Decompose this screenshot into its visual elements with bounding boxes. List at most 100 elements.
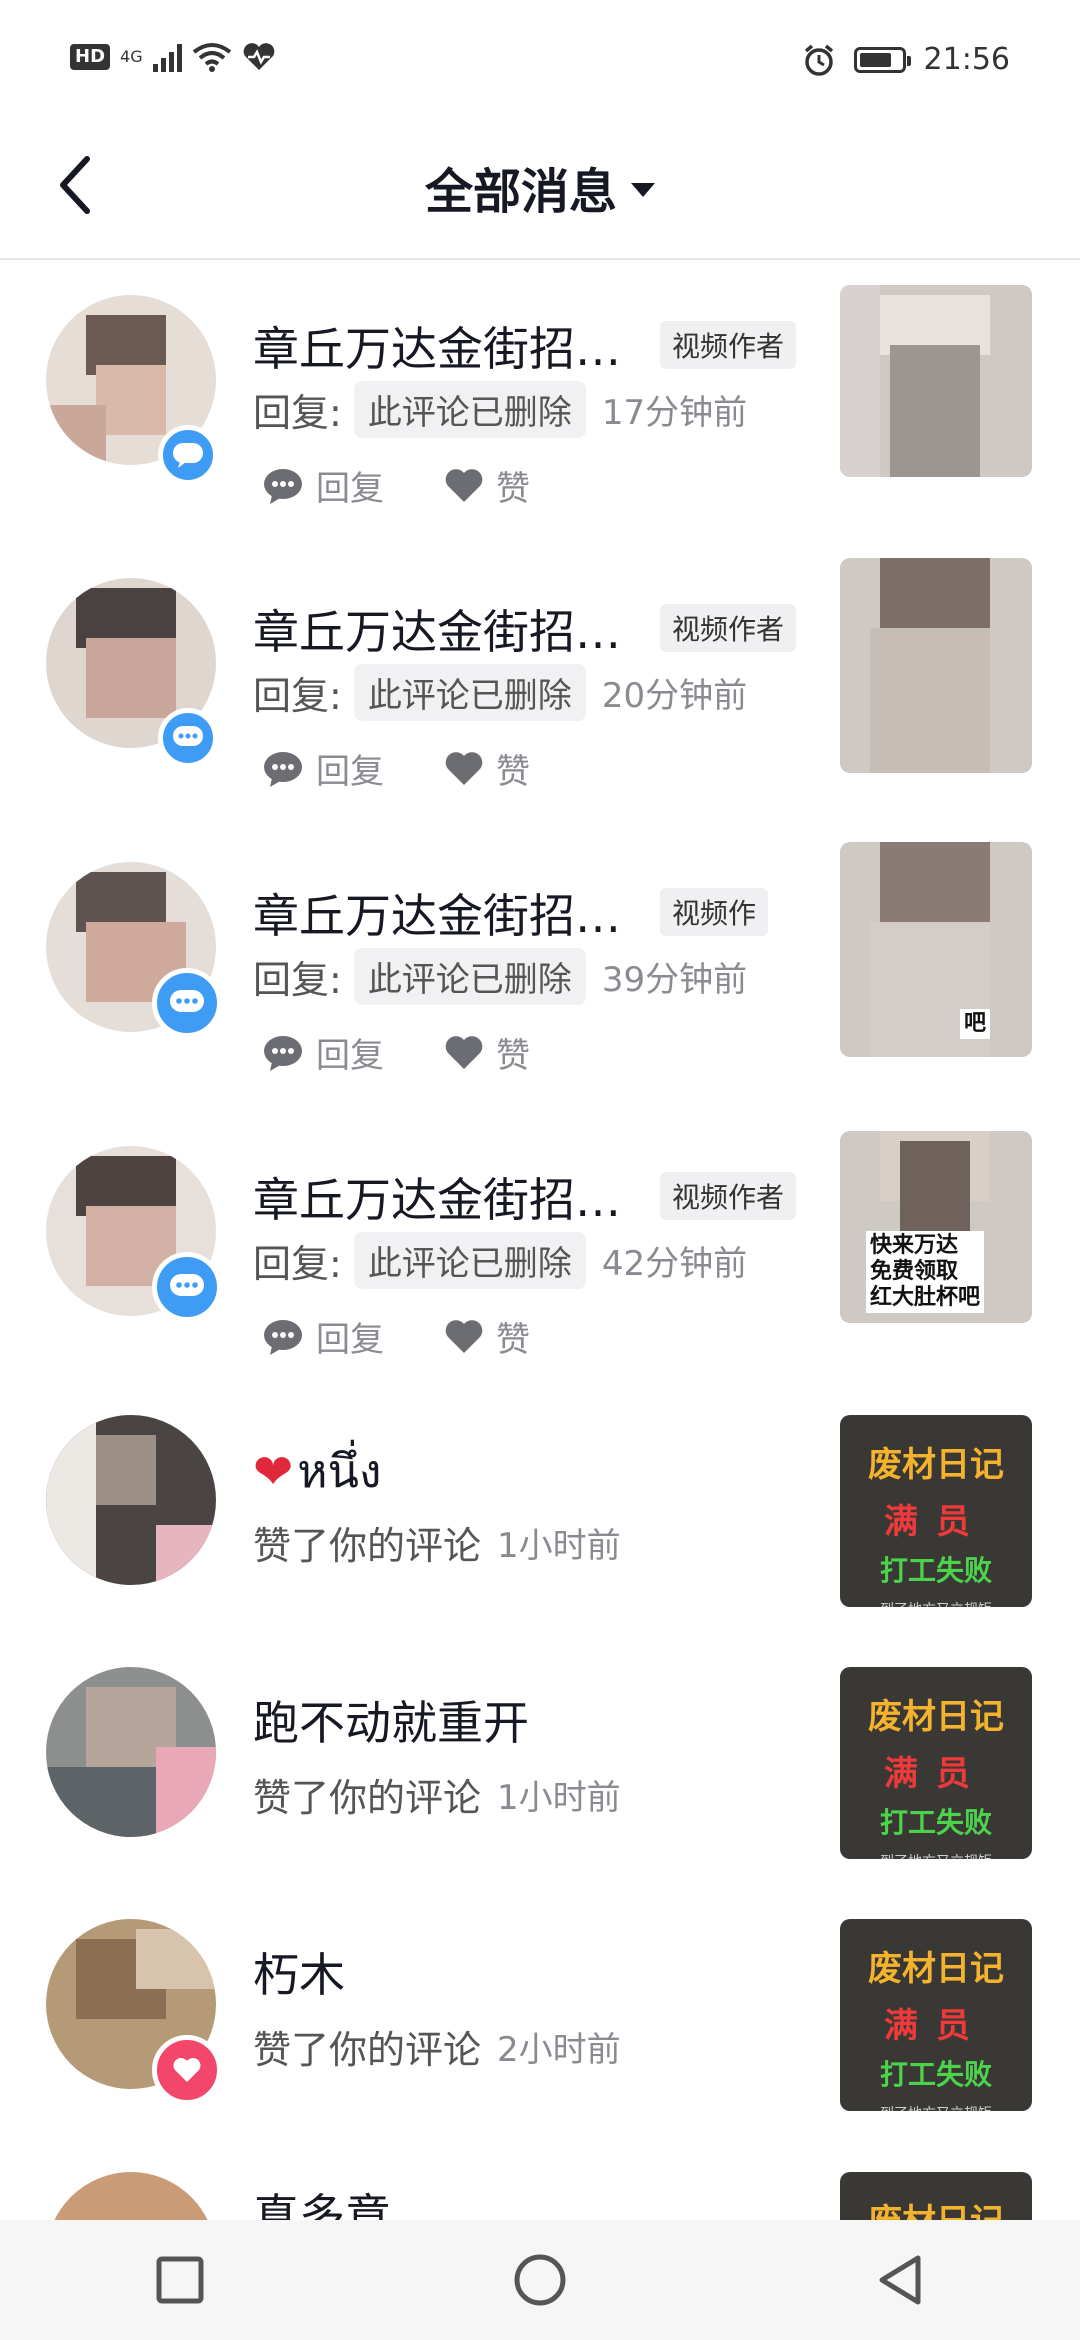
system-back-button[interactable] bbox=[840, 2220, 960, 2340]
sender-name[interactable]: 章丘万达金街招… bbox=[253, 1164, 621, 1230]
reply-label: 回复: bbox=[253, 674, 342, 718]
comment-badge-icon bbox=[158, 708, 218, 768]
video-thumbnail[interactable]: 废材日记 满员 打工失败 到了地方又立规矩 bbox=[840, 1919, 1032, 2111]
like-action-text: 赞了你的评论 bbox=[253, 1524, 482, 1568]
author-tag: 视频作者 bbox=[660, 1172, 797, 1220]
timestamp: 42分钟前 bbox=[601, 1244, 748, 1284]
thumbnail-title: 废材日记 bbox=[868, 1697, 1004, 1737]
message-row[interactable]: 章丘万达金街招… 视频作者 回复: 此评论已删除 20分钟前 回复 赞 bbox=[0, 558, 1080, 818]
sender-name[interactable]: 章丘万达金街招… bbox=[253, 596, 621, 662]
avatar[interactable] bbox=[46, 1667, 216, 1837]
video-thumbnail[interactable] bbox=[840, 558, 1032, 773]
timestamp: 2小时前 bbox=[497, 2030, 621, 2070]
status-right: 21:56 bbox=[802, 42, 1010, 77]
reply-button[interactable]: 回复 bbox=[262, 1312, 384, 1361]
clock: 21:56 bbox=[923, 42, 1010, 77]
message-row[interactable]: 章丘万达金街招… 视频作 回复: 此评论已删除 39分钟前 回复 赞 吧 bbox=[0, 842, 1080, 1102]
avatar[interactable] bbox=[46, 1415, 216, 1585]
heart-rate-icon bbox=[243, 43, 274, 70]
comment-badge-icon bbox=[158, 425, 218, 485]
like-label: 赞 bbox=[496, 469, 530, 509]
video-thumbnail[interactable]: 废材日记 满员 打工失败 到了地方又立规矩 bbox=[840, 1415, 1032, 1607]
video-thumbnail[interactable] bbox=[840, 285, 1032, 477]
sender-name[interactable]: 跑不动就重开 bbox=[253, 1687, 529, 1753]
thumbnail-line3: 到了地方又立规矩 bbox=[880, 1599, 992, 1607]
deleted-comment: 此评论已删除 bbox=[353, 381, 586, 438]
message-meta: 回复: 此评论已删除 42分钟前 bbox=[253, 1232, 747, 1289]
timestamp: 1小时前 bbox=[497, 1778, 621, 1818]
message-actions: 回复 赞 bbox=[262, 461, 590, 510]
deleted-comment: 此评论已删除 bbox=[353, 948, 586, 1005]
like-button[interactable]: 赞 bbox=[444, 744, 530, 793]
reply-label: 回复 bbox=[316, 1320, 384, 1360]
reply-label: 回复: bbox=[253, 391, 342, 435]
heart-icon bbox=[445, 751, 483, 785]
timestamp: 17分钟前 bbox=[601, 393, 748, 433]
reply-label: 回复: bbox=[253, 1242, 342, 1286]
reply-bubble-icon bbox=[264, 1035, 302, 1071]
message-meta: 回复: 此评论已删除 17分钟前 bbox=[253, 381, 747, 438]
thumbnail-title: 废材日记 bbox=[868, 2194, 1004, 2220]
like-button[interactable]: 赞 bbox=[444, 461, 530, 510]
sender-name[interactable]: ❤ หนึ่ง bbox=[253, 1435, 381, 1508]
sender-name[interactable]: 章丘万达金街招… bbox=[253, 880, 621, 946]
reply-button[interactable]: 回复 bbox=[262, 461, 384, 510]
like-badge-icon bbox=[152, 2035, 222, 2105]
heart-emoji-icon: ❤ bbox=[253, 1443, 294, 1500]
status-bar: HD 4G 21:56 bbox=[0, 0, 1080, 120]
timestamp: 39分钟前 bbox=[601, 960, 748, 1000]
sender-name[interactable]: 章丘万达金街招… bbox=[253, 313, 621, 379]
like-meta: 赞了你的评论 2小时前 bbox=[253, 2019, 621, 2074]
message-list[interactable]: 章丘万达金街招… 视频作者 回复: 此评论已删除 17分钟前 回复 赞 章丘万达… bbox=[0, 260, 1080, 2220]
message-row[interactable]: 章丘万达金街招… 视频作者 回复: 此评论已删除 17分钟前 回复 赞 bbox=[0, 285, 1080, 535]
like-row[interactable]: 朽木 赞了你的评论 2小时前 废材日记 满员 打工失败 到了地方又立规矩 bbox=[0, 1919, 1080, 2139]
avatar[interactable] bbox=[46, 2172, 216, 2220]
like-row[interactable]: ❤ หนึ่ง 赞了你的评论 1小时前 废材日记 满员 打工失败 到了地方又立规… bbox=[0, 1415, 1080, 1635]
comment-badge-icon bbox=[152, 1252, 222, 1322]
reply-bubble-icon bbox=[264, 1319, 302, 1355]
comment-badge-icon bbox=[152, 968, 222, 1038]
like-row[interactable]: 跑不动就重开 赞了你的评论 1小时前 废材日记 满员 打工失败 到了地方又立规矩 bbox=[0, 1667, 1080, 1887]
triangle-back-icon bbox=[879, 2255, 921, 2305]
timestamp: 1小时前 bbox=[497, 1526, 621, 1566]
reply-bubble-icon bbox=[264, 468, 302, 504]
video-thumbnail[interactable]: 吧 bbox=[840, 842, 1032, 1057]
sender-name-text: หนึ่ง bbox=[297, 1444, 382, 1498]
reply-label: 回复: bbox=[253, 958, 342, 1002]
deleted-comment: 此评论已删除 bbox=[353, 664, 586, 721]
reply-button[interactable]: 回复 bbox=[262, 744, 384, 793]
signal-icon bbox=[152, 42, 182, 72]
message-actions: 回复 赞 bbox=[262, 1028, 590, 1077]
square-icon bbox=[156, 2256, 204, 2304]
thumbnail-line2: 打工失败 bbox=[879, 2058, 992, 2091]
sender-name[interactable]: 朽木 bbox=[253, 1939, 345, 2005]
thumbnail-title: 废材日记 bbox=[868, 1445, 1004, 1485]
wifi-icon bbox=[192, 43, 231, 72]
like-button[interactable]: 赞 bbox=[444, 1312, 530, 1361]
title-dropdown[interactable]: 全部消息 bbox=[0, 152, 1080, 222]
video-thumbnail[interactable]: 废材日记 bbox=[840, 2172, 1032, 2220]
like-meta: 赞了你的评论 1小时前 bbox=[253, 1767, 621, 1822]
like-action-text: 赞了你的评论 bbox=[253, 2028, 482, 2072]
message-row[interactable]: 章丘万达金街招… 视频作者 回复: 此评论已删除 42分钟前 回复 赞 快来万达… bbox=[0, 1131, 1080, 1386]
like-row[interactable]: 真多意 废材日记 bbox=[0, 2172, 1080, 2220]
thumbnail-title: 废材日记 bbox=[868, 1949, 1004, 1989]
sender-name[interactable]: 真多意 bbox=[253, 2180, 391, 2220]
message-actions: 回复 赞 bbox=[262, 744, 590, 793]
home-button[interactable] bbox=[480, 2220, 600, 2340]
recent-apps-button[interactable] bbox=[120, 2220, 240, 2340]
battery-icon bbox=[853, 46, 911, 73]
thumbnail-caption: 快来万达 免费领取 红大肚杯吧 bbox=[866, 1231, 985, 1313]
message-actions: 回复 赞 bbox=[262, 1312, 590, 1361]
like-button[interactable]: 赞 bbox=[444, 1028, 530, 1077]
video-thumbnail[interactable]: 快来万达 免费领取 红大肚杯吧 bbox=[840, 1131, 1032, 1323]
like-label: 赞 bbox=[496, 1320, 530, 1360]
video-thumbnail[interactable]: 废材日记 满员 打工失败 到了地方又立规矩 bbox=[840, 1667, 1032, 1859]
circle-icon bbox=[514, 2254, 566, 2306]
thumbnail-line2: 打工失败 bbox=[879, 1554, 992, 1587]
heart-icon bbox=[445, 1319, 483, 1353]
author-tag: 视频作 bbox=[660, 888, 769, 936]
reply-button[interactable]: 回复 bbox=[262, 1028, 384, 1077]
caret-down-icon bbox=[631, 183, 655, 197]
network-type: 4G bbox=[120, 47, 143, 66]
